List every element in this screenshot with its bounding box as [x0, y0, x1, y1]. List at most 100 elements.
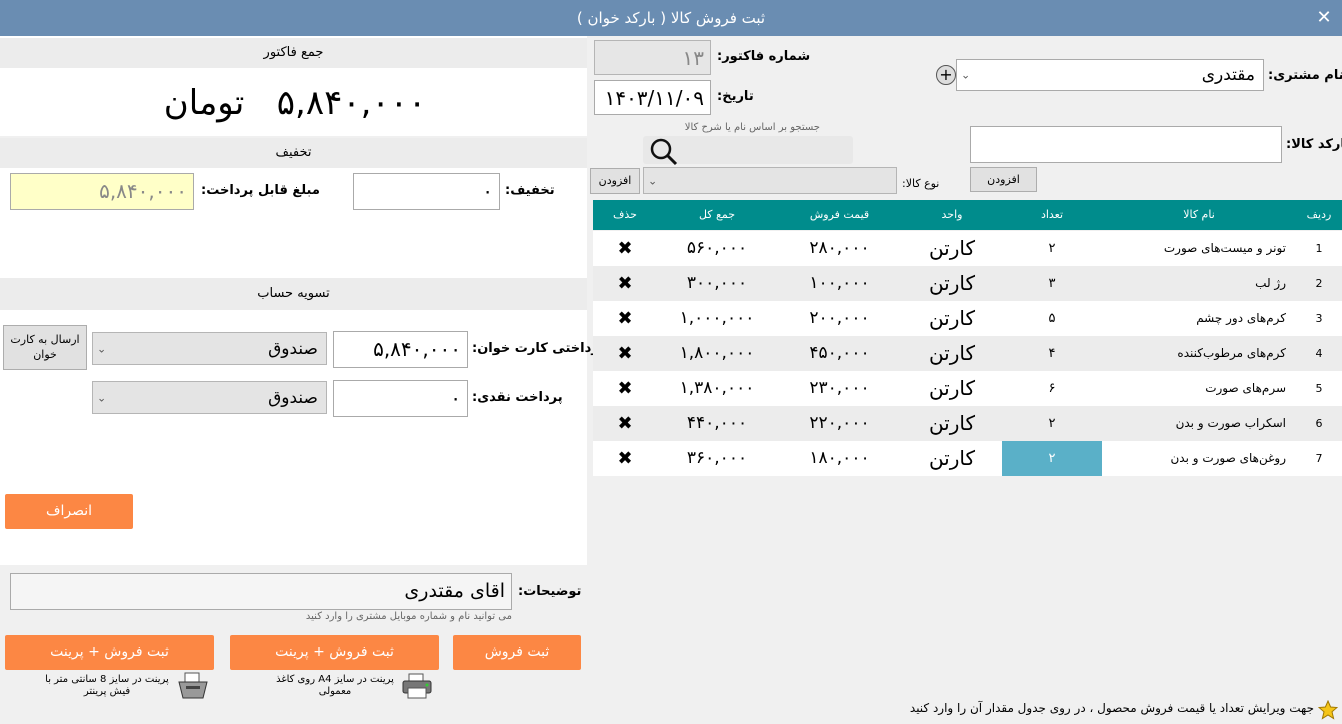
row-unit: کارتن	[928, 236, 976, 260]
submit-print-receipt-button[interactable]: ثبت فروش + پرینت	[5, 635, 214, 670]
discount-value: ۰	[482, 179, 493, 203]
table-row[interactable]: 5 سرم‌های صورت ۶ کارتن ۲۳۰,۰۰۰ ۱,۳۸۰,۰۰۰…	[593, 371, 1342, 406]
close-icon[interactable]: ✕	[1312, 6, 1336, 30]
barcode-input[interactable]	[970, 126, 1282, 163]
date-label: تاریخ:	[717, 89, 754, 104]
header-total: جمع کل	[698, 208, 736, 221]
row-price[interactable]: ۲۳۰,۰۰۰	[777, 371, 902, 406]
row-total: ۳۰۰,۰۰۰	[686, 273, 748, 293]
delete-icon[interactable]: ✖	[593, 406, 657, 441]
submit-print-a4-button[interactable]: ثبت فروش + پرینت	[230, 635, 439, 670]
table-row[interactable]: 4 کرم‌های مرطوب‌کننده ۴ کارتن ۴۵۰,۰۰۰ ۱,…	[593, 336, 1342, 371]
header-name: نام کالا	[1183, 208, 1215, 221]
notes-input[interactable]: اقای مقتدری	[10, 573, 512, 610]
notes-value: اقای مقتدری	[404, 580, 505, 602]
row-total: ۵۶۰,۰۰۰	[686, 238, 748, 258]
row-idx: 5	[1315, 382, 1323, 395]
send-to-card-reader-button[interactable]: ارسال به کارت خوان	[3, 325, 87, 370]
search-hint: جستجو بر اساس نام یا شرح کالا	[684, 122, 820, 133]
row-total: ۳۶۰,۰۰۰	[686, 448, 748, 468]
payable-value: ۵,۸۴۰,۰۰۰	[99, 179, 187, 203]
receipt-print-note: پرینت در سایز 8 سانتی متر با فیش پرینتر	[45, 674, 169, 697]
row-qty-selected[interactable]: ۲	[1002, 441, 1102, 476]
row-idx: 4	[1315, 347, 1323, 360]
cash-payment-label: پرداخت نقدی:	[472, 390, 563, 405]
product-type-add-button[interactable]: افزودن	[590, 168, 640, 194]
printer-icon	[401, 673, 433, 699]
product-type-label: نوع کالا:	[902, 177, 940, 190]
row-idx: 6	[1315, 417, 1323, 430]
barcode-add-button[interactable]: افزودن	[970, 167, 1037, 192]
window-title: ثبت فروش کالا ( بارکد خوان )	[576, 9, 766, 27]
row-qty[interactable]: ۳	[1002, 266, 1102, 301]
delete-icon[interactable]: ✖	[593, 336, 657, 371]
card-payment-input[interactable]: ۵,۸۴۰,۰۰۰	[333, 331, 468, 368]
row-name: کرم‌های مرطوب‌کننده	[1177, 346, 1286, 360]
row-name: سرم‌های صورت	[1205, 381, 1286, 395]
table-row[interactable]: 6 اسکراب صورت و بدن ۲ کارتن ۲۲۰,۰۰۰ ۴۴۰,…	[593, 406, 1342, 441]
invoice-number-label: شماره فاکتور:	[717, 49, 811, 64]
row-total: ۴۴۰,۰۰۰	[686, 413, 748, 433]
invoice-number-value: ۱۳	[682, 46, 704, 70]
row-unit: کارتن	[928, 341, 976, 365]
payable-input[interactable]: ۵,۸۴۰,۰۰۰	[10, 173, 194, 210]
row-price[interactable]: ۲۰۰,۰۰۰	[777, 301, 902, 336]
barcode-label: بارکد کالا:	[1286, 137, 1342, 152]
invoice-total-amount-row: ۵,۸۴۰,۰۰۰ تومان	[150, 78, 440, 128]
delete-icon[interactable]: ✖	[593, 371, 657, 406]
row-price[interactable]: ۲۸۰,۰۰۰	[777, 231, 902, 266]
invoice-number-input[interactable]: ۱۳	[594, 40, 711, 75]
table-row[interactable]: 7 روغن‌های صورت و بدن ۲ کارتن ۱۸۰,۰۰۰ ۳۶…	[593, 441, 1342, 476]
card-payment-label: پرداختی کارت خوان:	[472, 341, 605, 356]
row-unit: کارتن	[928, 446, 976, 470]
invoice-total-currency: تومان	[163, 83, 245, 123]
product-type-select[interactable]: ⌄	[643, 167, 897, 194]
table-row[interactable]: 1 تونر و میست‌های صورت ۲ کارتن ۲۸۰,۰۰۰ ۵…	[593, 231, 1342, 266]
row-unit: کارتن	[928, 306, 976, 330]
footer-tip: جهت ویرایش تعداد یا قیمت فروش محصول ، در…	[909, 701, 1314, 715]
payable-label: مبلغ قابل پرداخت:	[201, 183, 320, 198]
add-customer-icon[interactable]: +	[936, 65, 956, 85]
chevron-down-icon: ⌄	[648, 174, 658, 187]
table-row[interactable]: 2 رژ لب ۳ کارتن ۱۰۰,۰۰۰ ۳۰۰,۰۰۰ ✖	[593, 266, 1342, 301]
customer-select[interactable]: ⌄ مقتدری	[956, 59, 1264, 91]
invoice-total-amount: ۵,۸۴۰,۰۰۰	[276, 83, 427, 123]
invoice-total-header: جمع فاکتور	[0, 38, 587, 68]
search-icon[interactable]	[648, 136, 678, 166]
submit-sale-button[interactable]: ثبت فروش	[453, 635, 581, 670]
header-qty: تعداد	[1040, 208, 1064, 221]
date-input[interactable]: ۱۴۰۳/۱۱/۰۹	[594, 80, 711, 115]
table-row[interactable]: 3 کرم‌های دور چشم ۵ کارتن ۲۰۰,۰۰۰ ۱,۰۰۰,…	[593, 301, 1342, 336]
a4-print-note: پرینت در سایز A4 روی کاغذ معمولی	[276, 674, 394, 697]
row-price[interactable]: ۱۰۰,۰۰۰	[777, 266, 902, 301]
card-payment-value: ۵,۸۴۰,۰۰۰	[373, 337, 461, 361]
card-account-select[interactable]: ⌄ صندوق	[92, 332, 327, 365]
cash-payment-input[interactable]: ۰	[333, 380, 468, 417]
delete-icon[interactable]: ✖	[593, 441, 657, 476]
row-price[interactable]: ۲۲۰,۰۰۰	[777, 406, 902, 441]
row-price[interactable]: ۴۵۰,۰۰۰	[777, 336, 902, 371]
row-qty[interactable]: ۶	[1002, 371, 1102, 406]
row-price[interactable]: ۱۸۰,۰۰۰	[777, 441, 902, 476]
delete-icon[interactable]: ✖	[593, 231, 657, 266]
cancel-button[interactable]: انصراف	[5, 494, 133, 529]
row-idx: 3	[1315, 312, 1323, 325]
row-qty[interactable]: ۵	[1002, 301, 1102, 336]
cash-account-select[interactable]: ⌄ صندوق	[92, 381, 327, 414]
delete-icon[interactable]: ✖	[593, 266, 657, 301]
discount-label: تخفیف:	[505, 183, 555, 198]
row-total: ۱,۸۰۰,۰۰۰	[679, 343, 755, 363]
header-delete: حذف	[613, 208, 637, 221]
customer-value: مقتدری	[1201, 65, 1255, 85]
star-icon	[1317, 699, 1340, 720]
delete-icon[interactable]: ✖	[593, 301, 657, 336]
row-qty[interactable]: ۴	[1002, 336, 1102, 371]
receipt-printer-icon	[176, 672, 210, 700]
row-unit: کارتن	[928, 411, 976, 435]
row-qty[interactable]: ۲	[1002, 231, 1102, 266]
date-value: ۱۴۰۳/۱۱/۰۹	[604, 86, 704, 110]
row-qty[interactable]: ۲	[1002, 406, 1102, 441]
discount-input[interactable]: ۰	[353, 173, 500, 210]
row-name: رژ لب	[1255, 276, 1286, 290]
row-total: ۱,۰۰۰,۰۰۰	[679, 308, 755, 328]
